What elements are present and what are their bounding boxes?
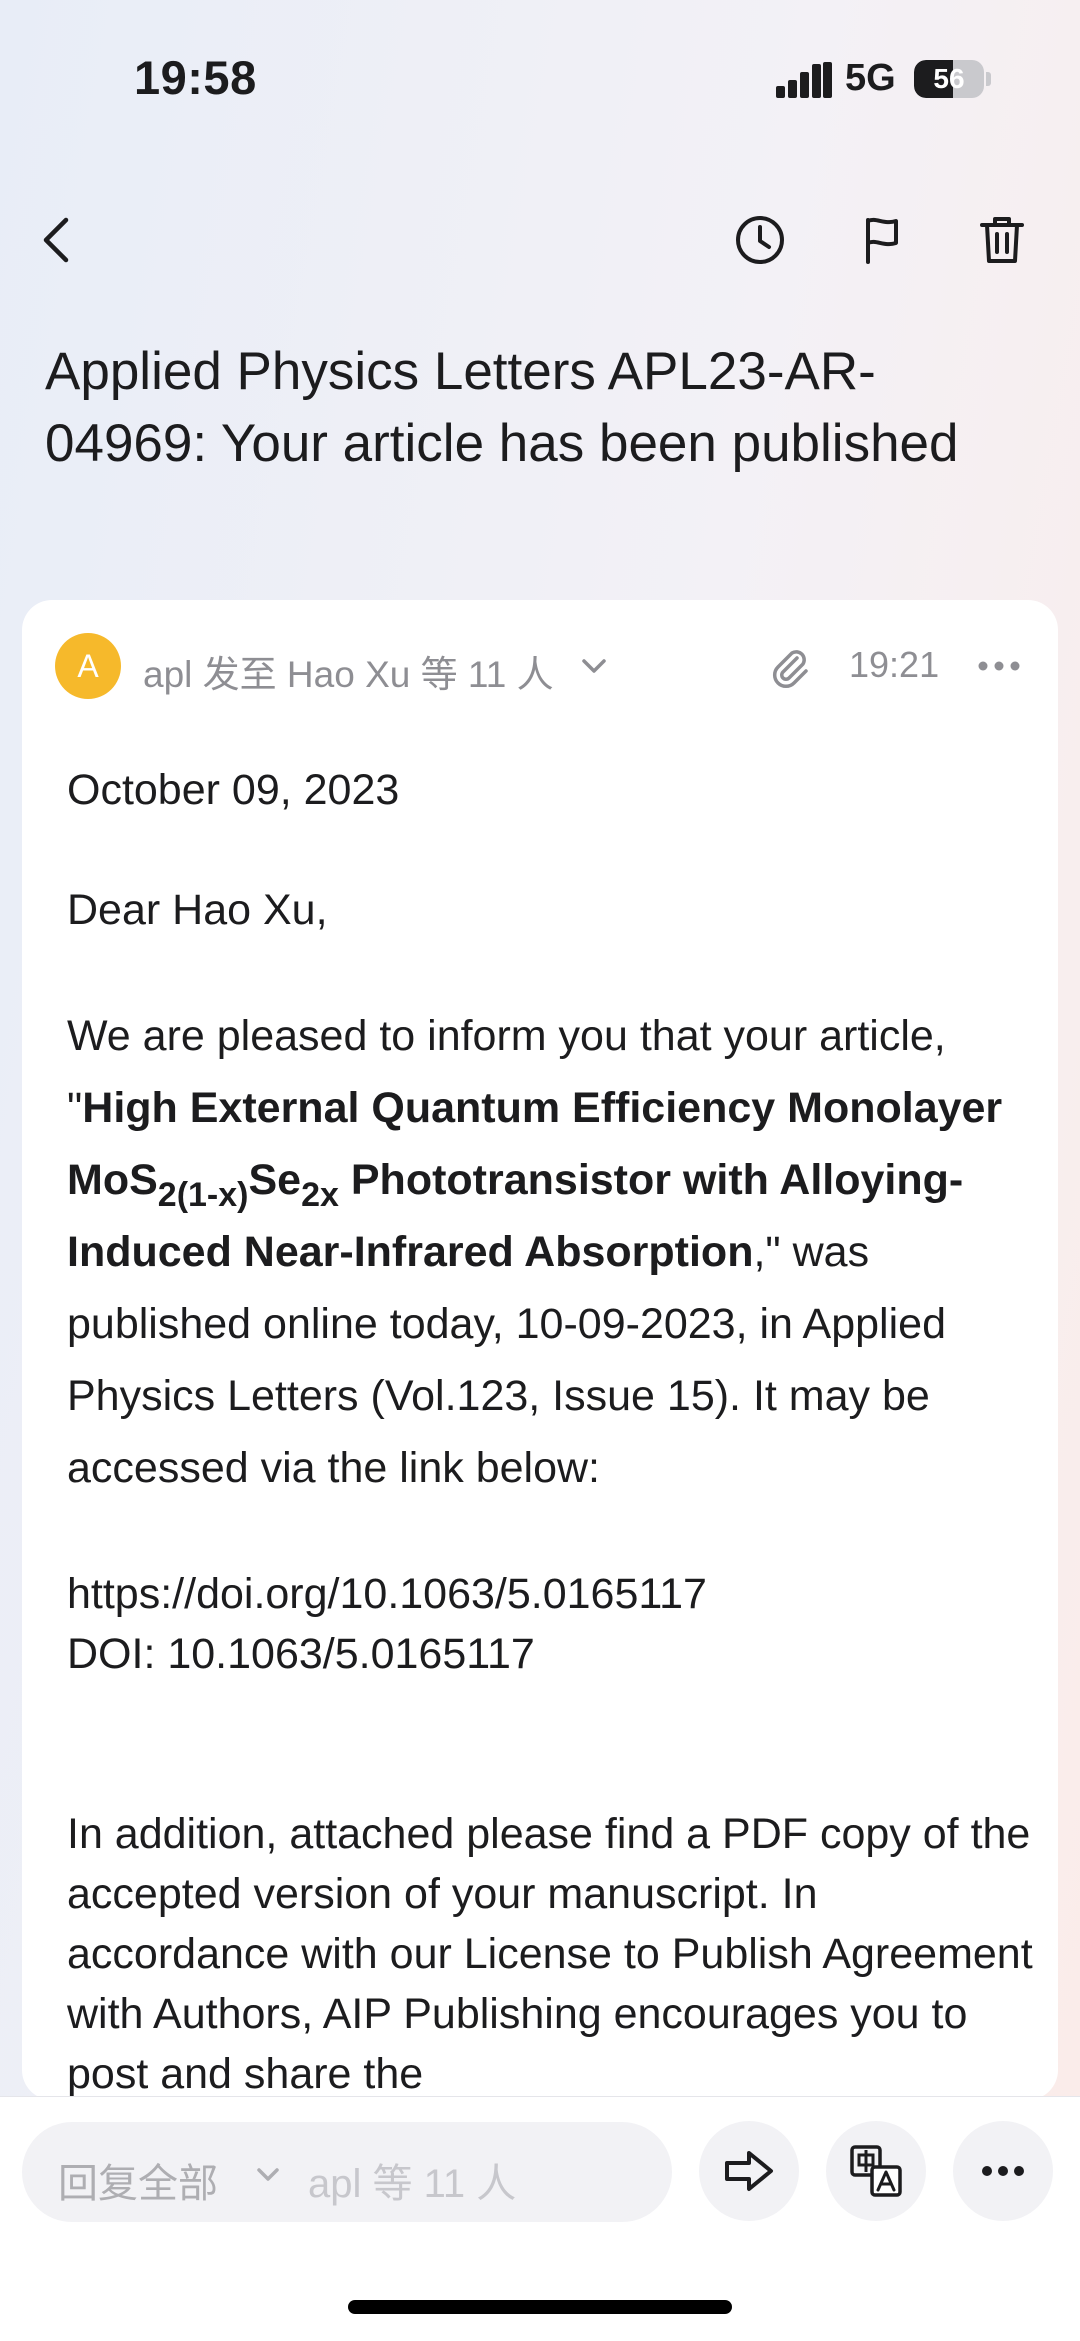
sent-time: 19:21 bbox=[849, 644, 940, 685]
sender-row[interactable]: A apl 发至 Hao Xu 等 11 人 19:21 bbox=[22, 630, 1058, 702]
article-title-subscript: 2(1-x) bbox=[157, 1176, 249, 1214]
forward-button[interactable] bbox=[699, 2121, 799, 2221]
doi-text: DOI: 10.1063/5.0165117 bbox=[67, 1630, 535, 1678]
email-subject: Applied Physics Letters APL23-AR-04969: … bbox=[45, 342, 959, 473]
flag-button[interactable] bbox=[842, 200, 922, 280]
status-time: 19:58 bbox=[134, 51, 257, 104]
email-body: October 09, 2023 Dear Hao Xu, We are ple… bbox=[67, 760, 1037, 2100]
avatar[interactable]: A bbox=[55, 633, 121, 699]
email-greeting: Dear Hao Xu, bbox=[67, 886, 328, 934]
chevron-down-icon[interactable] bbox=[254, 2160, 282, 2188]
more-actions-button[interactable] bbox=[953, 2121, 1053, 2221]
more-options-icon[interactable] bbox=[976, 650, 1022, 682]
back-button[interactable] bbox=[18, 200, 98, 280]
email-card: A apl 发至 Hao Xu 等 11 人 19:21 October 09,… bbox=[22, 600, 1058, 2100]
signal-icon bbox=[776, 62, 832, 98]
translate-icon bbox=[850, 2145, 902, 2197]
snooze-button[interactable] bbox=[720, 200, 800, 280]
more-icon bbox=[982, 2166, 1024, 2176]
email-date: October 09, 2023 bbox=[67, 766, 400, 814]
back-icon bbox=[43, 217, 69, 263]
doi-link[interactable]: https://doi.org/10.1063/5.0165117 bbox=[67, 1564, 1037, 1624]
attachment-icon[interactable] bbox=[767, 644, 813, 690]
sender-summary[interactable]: apl 发至 Hao Xu 等 11 人 bbox=[143, 644, 554, 698]
email-paragraph-1: We are pleased to inform you that your a… bbox=[67, 1000, 1037, 1504]
battery-level: 56 bbox=[933, 63, 965, 94]
reply-all-field[interactable]: 回复全部 apl 等 11 人 bbox=[22, 2122, 672, 2222]
flag-icon bbox=[866, 217, 898, 264]
delete-button[interactable] bbox=[962, 200, 1042, 280]
reply-recipients: apl 等 11 人 bbox=[308, 2162, 517, 2206]
forward-icon bbox=[725, 2151, 773, 2191]
clock-icon bbox=[736, 216, 784, 264]
battery-cap bbox=[986, 72, 991, 86]
chevron-down-icon[interactable] bbox=[578, 650, 610, 682]
status-bar: 19:58 5G 56 bbox=[0, 0, 1080, 160]
translate-button[interactable] bbox=[826, 2121, 926, 2221]
email-paragraph-2: In addition, attached please find a PDF … bbox=[67, 1810, 1033, 2098]
battery-icon: 56 bbox=[914, 60, 984, 98]
article-title-part: Se bbox=[248, 1156, 302, 1204]
home-indicator[interactable] bbox=[348, 2300, 732, 2314]
network-type: 5G bbox=[845, 57, 896, 99]
trash-icon bbox=[980, 217, 1024, 263]
reply-all-label[interactable]: 回复全部 bbox=[58, 2151, 218, 2209]
article-title-subscript: 2x bbox=[301, 1176, 339, 1214]
